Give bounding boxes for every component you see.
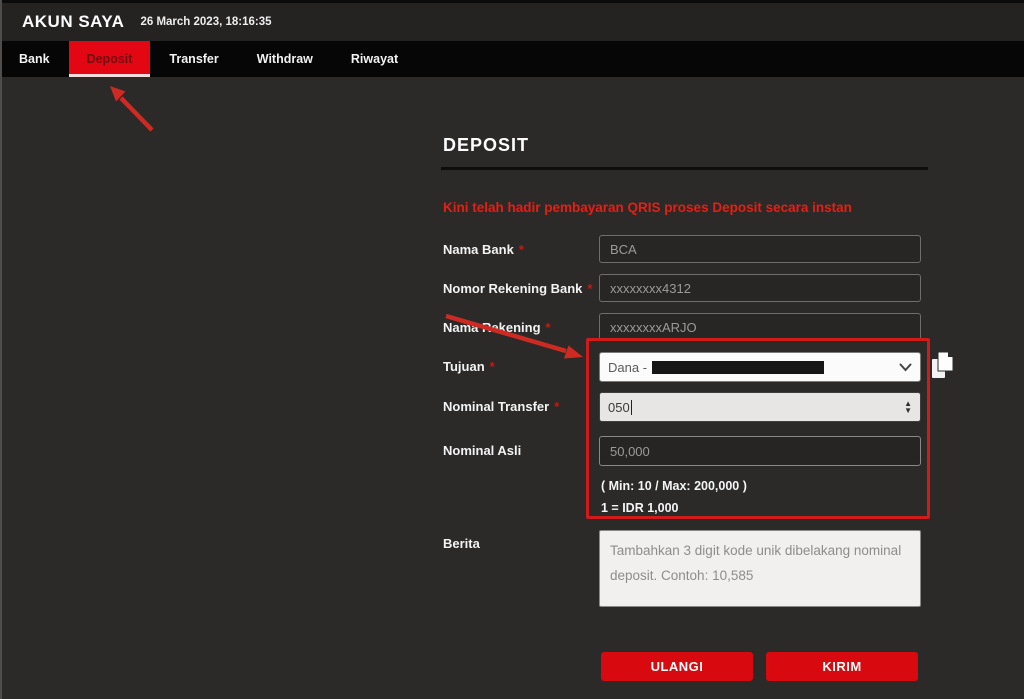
- nomor-rekening-label: Nomor Rekening Bank *: [443, 281, 592, 296]
- tujuan-label-text: Tujuan: [443, 359, 485, 374]
- chevron-down-icon: [899, 363, 912, 372]
- nama-bank-input[interactable]: [599, 235, 921, 263]
- required-asterisk: *: [587, 281, 592, 296]
- nominal-transfer-input[interactable]: 050 ▲ ▼: [599, 392, 921, 422]
- account-page: AKUN SAYA 26 March 2023, 18:16:35 Bank D…: [0, 0, 1024, 699]
- current-datetime: 26 March 2023, 18:16:35: [140, 16, 271, 28]
- text-cursor: [631, 400, 633, 415]
- number-spinner[interactable]: ▲ ▼: [904, 400, 912, 414]
- berita-label: Berita: [443, 536, 480, 551]
- nama-rekening-label-text: Nama Rekening: [443, 320, 541, 335]
- nomor-rekening-label-text: Nomor Rekening Bank: [443, 281, 582, 296]
- spinner-down-icon[interactable]: ▼: [904, 407, 912, 414]
- berita-textarea[interactable]: [599, 530, 921, 607]
- nama-bank-label-text: Nama Bank: [443, 242, 514, 257]
- nominal-asli-label-text: Nominal Asli: [443, 443, 521, 458]
- tab-riwayat[interactable]: Riwayat: [332, 41, 417, 77]
- kirim-button[interactable]: KIRIM: [766, 652, 918, 681]
- copy-icon[interactable]: [931, 351, 955, 381]
- required-asterisk: *: [554, 399, 559, 414]
- heading-divider: [441, 167, 928, 170]
- tujuan-label: Tujuan *: [443, 359, 495, 374]
- tab-withdraw[interactable]: Withdraw: [238, 41, 332, 77]
- required-asterisk: *: [490, 359, 495, 374]
- nominal-transfer-label-text: Nominal Transfer: [443, 399, 549, 414]
- nominal-asli-input[interactable]: [599, 436, 921, 466]
- nominal-transfer-label: Nominal Transfer *: [443, 399, 559, 414]
- tujuan-selected-value: Dana -: [608, 360, 647, 375]
- tujuan-select[interactable]: Dana -: [599, 352, 921, 382]
- tab-bank[interactable]: Bank: [0, 41, 69, 77]
- required-asterisk: *: [546, 320, 551, 335]
- min-max-hint: ( Min: 10 / Max: 200,000 ): [601, 479, 747, 493]
- nominal-asli-label: Nominal Asli: [443, 443, 521, 458]
- nominal-transfer-value: 050: [608, 400, 630, 415]
- ulangi-button[interactable]: ULANGI: [601, 652, 753, 681]
- rate-hint: 1 = IDR 1,000: [601, 501, 678, 515]
- page-title: AKUN SAYA: [22, 12, 124, 32]
- nama-rekening-label: Nama Rekening *: [443, 320, 551, 335]
- nama-bank-label: Nama Bank *: [443, 242, 524, 257]
- header-bar: AKUN SAYA 26 March 2023, 18:16:35: [0, 3, 1024, 41]
- required-asterisk: *: [519, 242, 524, 257]
- deposit-heading: DEPOSIT: [443, 135, 529, 156]
- main-nav: Bank Deposit Transfer Withdraw Riwayat: [0, 41, 1024, 77]
- tab-deposit[interactable]: Deposit: [69, 41, 151, 77]
- qris-notice: Kini telah hadir pembayaran QRIS proses …: [443, 200, 852, 215]
- redaction-bar: [652, 361, 824, 374]
- berita-label-text: Berita: [443, 536, 480, 551]
- tab-transfer[interactable]: Transfer: [150, 41, 237, 77]
- nomor-rekening-input[interactable]: [599, 274, 921, 302]
- nama-rekening-input[interactable]: [599, 313, 921, 341]
